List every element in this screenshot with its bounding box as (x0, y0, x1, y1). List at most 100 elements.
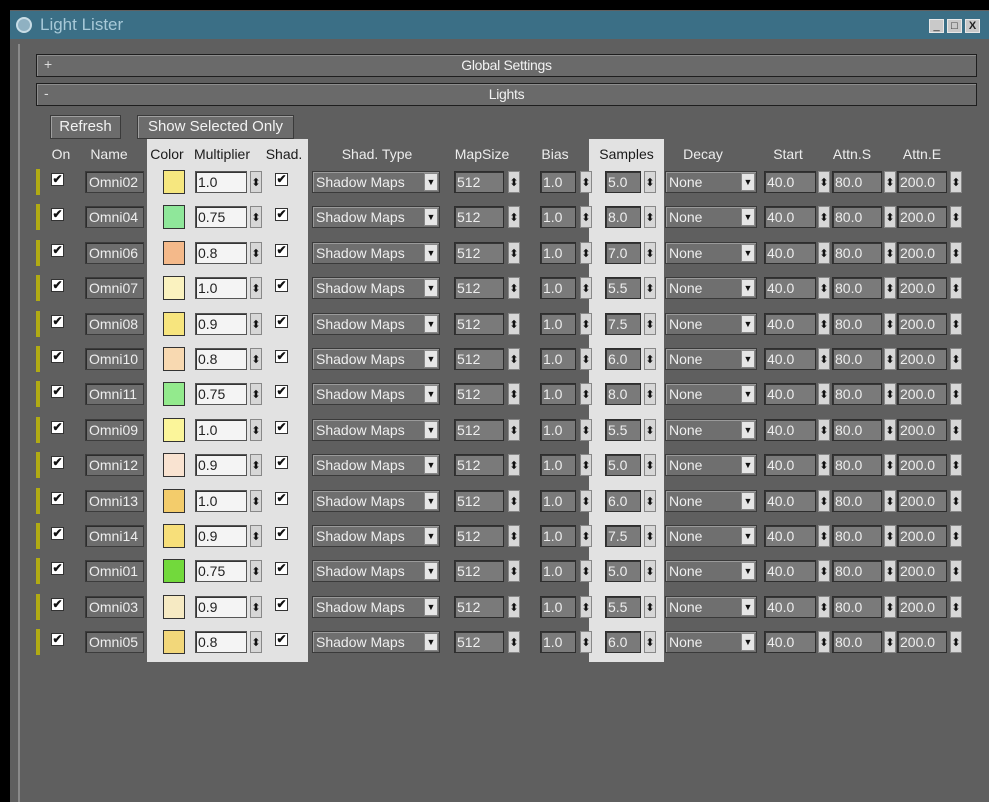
shadow-type-dropdown[interactable]: Shadow Maps (312, 419, 440, 441)
light-name-field[interactable]: Omni11 (85, 383, 144, 405)
mapsize-spinner-arrows[interactable]: ⬍ (508, 490, 520, 512)
dropdown-arrow-icon[interactable]: ▼ (741, 385, 755, 403)
mapsize-spinner[interactable]: 512 (454, 277, 504, 299)
dropdown-arrow-icon[interactable]: ▼ (741, 421, 755, 439)
attn-e-spinner[interactable]: 200.0 (897, 277, 947, 299)
samples-spinner[interactable]: 5.0 (605, 171, 641, 193)
attn-e-spinner[interactable]: 200.0 (897, 490, 947, 512)
on-checkbox[interactable]: ✔ (51, 421, 64, 434)
on-checkbox[interactable]: ✔ (51, 385, 64, 398)
bias-spinner[interactable]: 1.0 (540, 596, 576, 618)
light-name-field[interactable]: Omni09 (85, 419, 144, 441)
start-spinner[interactable]: 40.0 (764, 596, 816, 618)
samples-spinner-arrows[interactable]: ⬍ (644, 242, 656, 264)
multiplier-spinner[interactable]: 0.9 (195, 525, 247, 547)
multiplier-spinner[interactable]: 0.75 (195, 383, 247, 405)
samples-spinner[interactable]: 5.5 (605, 419, 641, 441)
mapsize-spinner-arrows[interactable]: ⬍ (508, 171, 520, 193)
samples-spinner-arrows[interactable]: ⬍ (644, 383, 656, 405)
light-name-field[interactable]: Omni13 (85, 490, 144, 512)
mapsize-spinner[interactable]: 512 (454, 313, 504, 335)
on-checkbox[interactable]: ✔ (51, 208, 64, 221)
maximize-button[interactable]: □ (947, 19, 962, 33)
samples-spinner[interactable]: 8.0 (605, 383, 641, 405)
shadow-checkbox[interactable]: ✔ (275, 350, 288, 363)
light-name-field[interactable]: Omni08 (85, 313, 144, 335)
attn-s-spinner-arrows[interactable]: ⬍ (884, 631, 896, 653)
dropdown-arrow-icon[interactable]: ▼ (424, 385, 438, 403)
samples-spinner-arrows[interactable]: ⬍ (644, 348, 656, 370)
shadow-type-dropdown[interactable]: Shadow Maps (312, 348, 440, 370)
attn-e-spinner-arrows[interactable]: ⬍ (950, 383, 962, 405)
attn-s-spinner-arrows[interactable]: ⬍ (884, 277, 896, 299)
mapsize-spinner[interactable]: 512 (454, 242, 504, 264)
dropdown-arrow-icon[interactable]: ▼ (424, 208, 438, 226)
dropdown-arrow-icon[interactable]: ▼ (741, 244, 755, 262)
bias-spinner-arrows[interactable]: ⬍ (580, 313, 592, 335)
mapsize-spinner[interactable]: 512 (454, 525, 504, 547)
lights-rollout[interactable]: - Lights (36, 83, 977, 106)
start-spinner[interactable]: 40.0 (764, 631, 816, 653)
start-spinner[interactable]: 40.0 (764, 454, 816, 476)
shadow-type-dropdown[interactable]: Shadow Maps (312, 313, 440, 335)
attn-s-spinner-arrows[interactable]: ⬍ (884, 490, 896, 512)
attn-s-spinner-arrows[interactable]: ⬍ (884, 171, 896, 193)
start-spinner[interactable]: 40.0 (764, 560, 816, 582)
multiplier-spinner[interactable]: 0.8 (195, 631, 247, 653)
light-name-field[interactable]: Omni12 (85, 454, 144, 476)
samples-spinner-arrows[interactable]: ⬍ (644, 313, 656, 335)
samples-spinner[interactable]: 5.0 (605, 454, 641, 476)
mapsize-spinner-arrows[interactable]: ⬍ (508, 277, 520, 299)
start-spinner[interactable]: 40.0 (764, 277, 816, 299)
shadow-type-dropdown[interactable]: Shadow Maps (312, 490, 440, 512)
multiplier-spinner-arrows[interactable]: ⬍ (250, 419, 262, 441)
multiplier-spinner-arrows[interactable]: ⬍ (250, 383, 262, 405)
shadow-checkbox[interactable]: ✔ (275, 598, 288, 611)
attn-e-spinner-arrows[interactable]: ⬍ (950, 348, 962, 370)
light-name-field[interactable]: Omni14 (85, 525, 144, 547)
on-checkbox[interactable]: ✔ (51, 315, 64, 328)
attn-s-spinner-arrows[interactable]: ⬍ (884, 596, 896, 618)
mapsize-spinner[interactable]: 512 (454, 490, 504, 512)
attn-s-spinner[interactable]: 80.0 (832, 242, 882, 264)
attn-e-spinner[interactable]: 200.0 (897, 171, 947, 193)
attn-e-spinner[interactable]: 200.0 (897, 206, 947, 228)
on-checkbox[interactable]: ✔ (51, 598, 64, 611)
multiplier-spinner[interactable]: 0.75 (195, 560, 247, 582)
shadow-checkbox[interactable]: ✔ (275, 456, 288, 469)
attn-s-spinner[interactable]: 80.0 (832, 277, 882, 299)
samples-spinner-arrows[interactable]: ⬍ (644, 631, 656, 653)
dropdown-arrow-icon[interactable]: ▼ (741, 173, 755, 191)
shadow-checkbox[interactable]: ✔ (275, 385, 288, 398)
start-spinner[interactable]: 40.0 (764, 525, 816, 547)
attn-e-spinner[interactable]: 200.0 (897, 419, 947, 441)
shadow-type-dropdown[interactable]: Shadow Maps (312, 206, 440, 228)
samples-spinner[interactable]: 5.5 (605, 596, 641, 618)
multiplier-spinner[interactable]: 0.9 (195, 596, 247, 618)
attn-e-spinner-arrows[interactable]: ⬍ (950, 490, 962, 512)
light-name-field[interactable]: Omni05 (85, 631, 144, 653)
dropdown-arrow-icon[interactable]: ▼ (424, 244, 438, 262)
start-spinner-arrows[interactable]: ⬍ (818, 525, 830, 547)
samples-spinner-arrows[interactable]: ⬍ (644, 490, 656, 512)
attn-s-spinner-arrows[interactable]: ⬍ (884, 348, 896, 370)
color-swatch[interactable] (163, 524, 185, 548)
start-spinner-arrows[interactable]: ⬍ (818, 277, 830, 299)
shadow-type-dropdown[interactable]: Shadow Maps (312, 242, 440, 264)
multiplier-spinner[interactable]: 1.0 (195, 490, 247, 512)
start-spinner-arrows[interactable]: ⬍ (818, 383, 830, 405)
shadow-checkbox[interactable]: ✔ (275, 279, 288, 292)
bias-spinner[interactable]: 1.0 (540, 631, 576, 653)
light-name-field[interactable]: Omni07 (85, 277, 144, 299)
multiplier-spinner[interactable]: 0.9 (195, 454, 247, 476)
start-spinner-arrows[interactable]: ⬍ (818, 171, 830, 193)
shadow-checkbox[interactable]: ✔ (275, 492, 288, 505)
start-spinner[interactable]: 40.0 (764, 206, 816, 228)
color-swatch[interactable] (163, 347, 185, 371)
dropdown-arrow-icon[interactable]: ▼ (741, 492, 755, 510)
shadow-type-dropdown[interactable]: Shadow Maps (312, 171, 440, 193)
attn-s-spinner[interactable]: 80.0 (832, 171, 882, 193)
start-spinner[interactable]: 40.0 (764, 490, 816, 512)
dropdown-arrow-icon[interactable]: ▼ (424, 633, 438, 651)
attn-e-spinner[interactable]: 200.0 (897, 313, 947, 335)
